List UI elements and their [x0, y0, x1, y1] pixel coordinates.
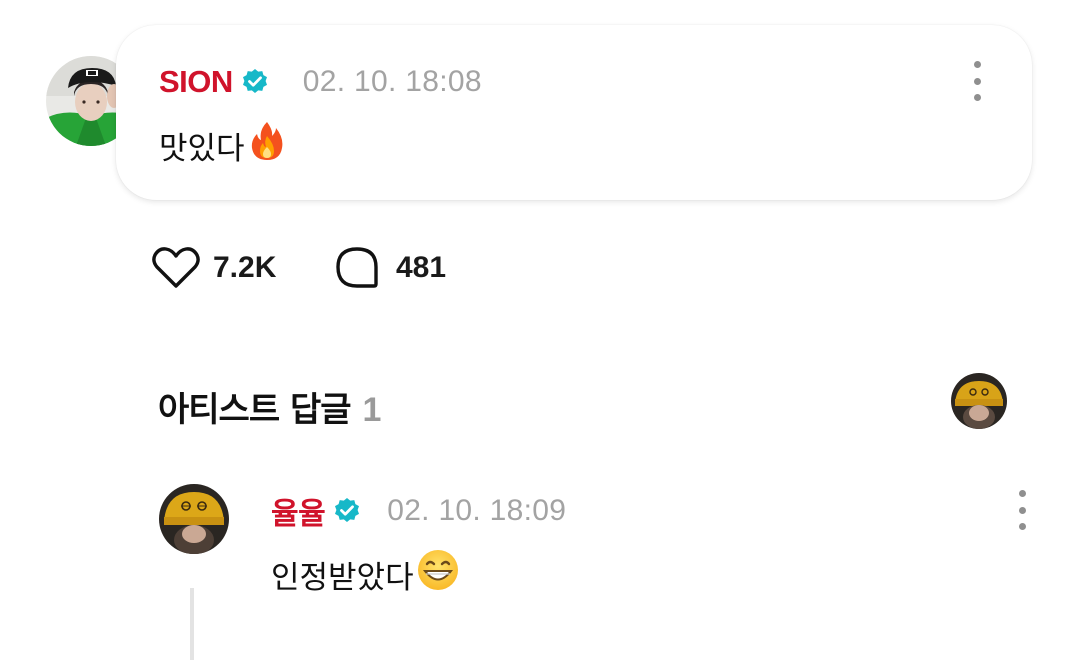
heart-icon	[152, 247, 200, 288]
artist-avatar-small[interactable]	[951, 373, 1007, 429]
reply-body: 인정받았다	[271, 548, 460, 600]
author-name[interactable]: SION	[159, 64, 233, 100]
reply-author-name[interactable]: 율율	[271, 489, 326, 533]
section-count: 1	[362, 391, 382, 429]
like-button[interactable]: 7.2K	[151, 246, 276, 290]
verified-badge-icon	[241, 68, 269, 96]
artist-replies-header: 아티스트 답글 1	[158, 382, 381, 431]
comment-bubble-icon	[336, 247, 378, 288]
fire-emoji-icon	[247, 120, 287, 170]
section-title: 아티스트 답글	[158, 390, 352, 430]
like-count: 7.2K	[213, 251, 277, 284]
comment-count: 481	[396, 251, 447, 284]
post-card[interactable]	[116, 25, 1032, 200]
post-header: SION 02. 10. 18:08	[159, 62, 482, 102]
post-more-options-icon[interactable]	[967, 61, 987, 101]
reply-more-options-icon[interactable]	[1012, 490, 1032, 530]
post-text: 맛있다	[159, 130, 245, 167]
post-body: 맛있다	[159, 122, 287, 167]
comment-button[interactable]: 481	[334, 246, 446, 290]
post-timestamp: 02. 10. 18:08	[302, 65, 482, 98]
reply-verified-badge-icon	[333, 497, 361, 525]
reply-thread-line	[190, 588, 194, 660]
grinning-emoji-icon	[416, 548, 460, 600]
reply-author-avatar[interactable]	[159, 484, 229, 554]
reply-header: 율율 02. 10. 18:09	[271, 489, 567, 533]
reply-timestamp: 02. 10. 18:09	[387, 494, 567, 527]
post-detail-page: SION 02. 10. 18:08 맛있다 7.2K 481 아티스트 답글 …	[0, 0, 1080, 660]
reply-text: 인정받았다	[271, 559, 414, 596]
